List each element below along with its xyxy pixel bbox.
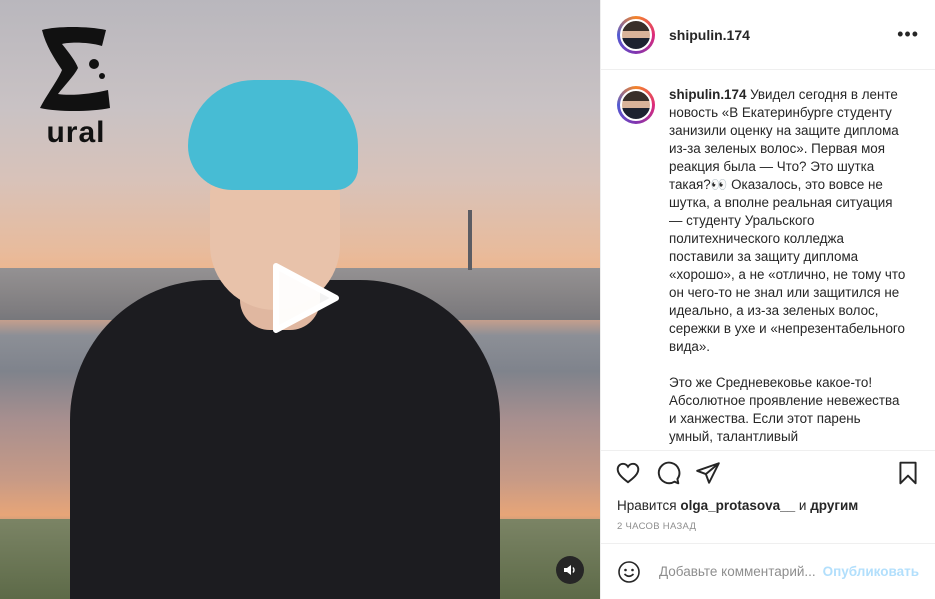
likes-middle: и	[798, 498, 807, 513]
comment-input[interactable]	[657, 563, 823, 580]
likes-prefix: Нравится	[617, 498, 677, 513]
header-username[interactable]: shipulin.174	[669, 27, 897, 43]
person-hair	[188, 80, 358, 190]
sound-toggle-button[interactable]	[556, 556, 584, 584]
likes-user[interactable]: olga_protasova__	[680, 498, 795, 513]
caption-avatar[interactable]	[617, 86, 655, 124]
likes-line: Нравится olga_protasova__ и другим	[601, 495, 935, 517]
comment-bar: Опубликовать	[601, 543, 935, 599]
post-header: shipulin.174 •••	[601, 0, 935, 70]
caption-username[interactable]: shipulin.174	[669, 87, 746, 102]
video-person	[70, 80, 500, 599]
action-bar	[601, 451, 935, 495]
caption-avatar-image	[620, 89, 652, 121]
caption-text: shipulin.174 Увидел сегодня в ленте ново…	[669, 86, 907, 446]
logo-text: ural	[46, 116, 106, 149]
more-icon[interactable]: •••	[897, 24, 919, 45]
play-icon	[273, 263, 339, 333]
post-side-panel: shipulin.174 ••• shipulin.174 Увидел сег…	[600, 0, 935, 599]
post-view: ural shipulin.174 ••• shipulin.174 Увиде…	[0, 0, 935, 599]
share-icon[interactable]	[695, 460, 721, 486]
emoji-icon[interactable]	[617, 560, 641, 584]
publish-button[interactable]: Опубликовать	[823, 564, 919, 579]
video-media[interactable]: ural	[0, 0, 600, 599]
channel-logo: ural	[36, 24, 116, 154]
avatar-image	[620, 18, 652, 51]
avatar[interactable]	[617, 15, 655, 54]
sound-icon	[564, 565, 575, 575]
caption-body: Увидел сегодня в ленте новость «В Екатер…	[669, 87, 906, 444]
play-button[interactable]	[268, 262, 340, 334]
post-timestamp[interactable]: 2 ЧАСОВ НАЗАД	[601, 517, 935, 543]
bookmark-icon[interactable]	[895, 460, 921, 486]
heart-icon[interactable]	[615, 460, 641, 486]
likes-others[interactable]: другим	[810, 498, 858, 513]
caption-row: shipulin.174 Увидел сегодня в ленте ново…	[617, 86, 919, 446]
caption-area[interactable]: shipulin.174 Увидел сегодня в ленте ново…	[601, 70, 935, 451]
comment-icon[interactable]	[655, 460, 681, 486]
sigma-logo-icon	[40, 27, 110, 111]
